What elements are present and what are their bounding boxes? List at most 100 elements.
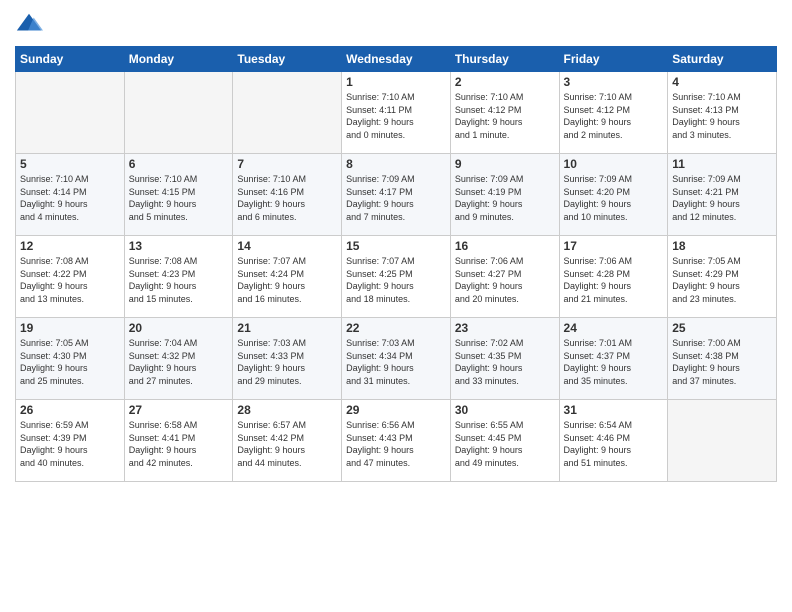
day-number: 30 [455,403,555,417]
weekday-header: Sunday [16,47,125,72]
day-number: 26 [20,403,120,417]
day-info: Sunrise: 7:00 AM Sunset: 4:38 PM Dayligh… [672,337,772,387]
calendar-cell: 4Sunrise: 7:10 AM Sunset: 4:13 PM Daylig… [668,72,777,154]
day-number: 29 [346,403,446,417]
day-info: Sunrise: 7:06 AM Sunset: 4:28 PM Dayligh… [564,255,664,305]
calendar-cell: 12 Sunrise: 7:08 AM Sunset: 4:22 PM Dayli… [16,236,125,318]
day-info: Sunrise: 7:06 AM Sunset: 4:27 PM Dayligh… [455,255,555,305]
calendar-cell: 10Sunrise: 7:09 AM Sunset: 4:20 PM Dayli… [559,154,668,236]
day-number: 6 [129,157,229,171]
day-number: 14 [237,239,337,253]
calendar-cell: 31Sunrise: 6:54 AM Sunset: 4:46 PM Dayli… [559,400,668,482]
day-number: 12 [20,239,120,253]
day-info: Sunrise: 7:08 AM Sunset: 4:22 PM Dayligh… [20,255,120,305]
day-number: 13 [129,239,229,253]
day-number: 5 [20,157,120,171]
calendar-cell: 26 Sunrise: 6:59 AM Sunset: 4:39 PM Dayli… [16,400,125,482]
day-number: 2 [455,75,555,89]
day-number: 31 [564,403,664,417]
calendar-cell: 20 Sunrise: 7:04 AM Sunset: 4:32 PM Dayli… [124,318,233,400]
calendar-cell: 28 Sunrise: 6:57 AM Sunset: 4:42 PM Dayli… [233,400,342,482]
day-info: Sunrise: 7:10 AM Sunset: 4:12 PM Dayligh… [455,91,555,141]
calendar-cell: 2 Sunrise: 7:10 AM Sunset: 4:12 PM Daylig… [450,72,559,154]
calendar-cell: 27Sunrise: 6:58 AM Sunset: 4:41 PM Dayli… [124,400,233,482]
day-number: 15 [346,239,446,253]
calendar-cell: 19Sunrise: 7:05 AM Sunset: 4:30 PM Dayli… [16,318,125,400]
weekday-header: Friday [559,47,668,72]
day-info: Sunrise: 7:01 AM Sunset: 4:37 PM Dayligh… [564,337,664,387]
day-number: 17 [564,239,664,253]
day-info: Sunrise: 6:58 AM Sunset: 4:41 PM Dayligh… [129,419,229,469]
day-info: Sunrise: 7:03 AM Sunset: 4:33 PM Dayligh… [237,337,337,387]
weekday-header: Thursday [450,47,559,72]
day-number: 1 [346,75,446,89]
calendar-week-row: 5 Sunrise: 7:10 AM Sunset: 4:14 PM Daylig… [16,154,777,236]
calendar-cell: 8 Sunrise: 7:09 AM Sunset: 4:17 PM Daylig… [342,154,451,236]
calendar-week-row: 19Sunrise: 7:05 AM Sunset: 4:30 PM Dayli… [16,318,777,400]
day-info: Sunrise: 7:10 AM Sunset: 4:16 PM Dayligh… [237,173,337,223]
calendar-cell: 24Sunrise: 7:01 AM Sunset: 4:37 PM Dayli… [559,318,668,400]
day-info: Sunrise: 7:08 AM Sunset: 4:23 PM Dayligh… [129,255,229,305]
day-number: 9 [455,157,555,171]
calendar-cell: 16 Sunrise: 7:06 AM Sunset: 4:27 PM Dayli… [450,236,559,318]
page: SundayMondayTuesdayWednesdayThursdayFrid… [0,0,792,612]
day-number: 23 [455,321,555,335]
day-number: 4 [672,75,772,89]
calendar-cell: 7Sunrise: 7:10 AM Sunset: 4:16 PM Daylig… [233,154,342,236]
calendar-cell: 23 Sunrise: 7:02 AM Sunset: 4:35 PM Dayli… [450,318,559,400]
calendar-cell: 25 Sunrise: 7:00 AM Sunset: 4:38 PM Dayli… [668,318,777,400]
day-info: Sunrise: 6:57 AM Sunset: 4:42 PM Dayligh… [237,419,337,469]
day-number: 16 [455,239,555,253]
calendar-cell: 22 Sunrise: 7:03 AM Sunset: 4:34 PM Dayli… [342,318,451,400]
day-info: Sunrise: 7:04 AM Sunset: 4:32 PM Dayligh… [129,337,229,387]
header [15,10,777,38]
day-info: Sunrise: 7:10 AM Sunset: 4:14 PM Dayligh… [20,173,120,223]
day-number: 10 [564,157,664,171]
day-number: 22 [346,321,446,335]
calendar-cell: 9 Sunrise: 7:09 AM Sunset: 4:19 PM Daylig… [450,154,559,236]
day-number: 25 [672,321,772,335]
day-info: Sunrise: 7:05 AM Sunset: 4:29 PM Dayligh… [672,255,772,305]
day-number: 8 [346,157,446,171]
calendar-cell: 3 Sunrise: 7:10 AM Sunset: 4:12 PM Daylig… [559,72,668,154]
calendar-cell: 30 Sunrise: 6:55 AM Sunset: 4:45 PM Dayli… [450,400,559,482]
day-info: Sunrise: 6:56 AM Sunset: 4:43 PM Dayligh… [346,419,446,469]
calendar-cell: 13 Sunrise: 7:08 AM Sunset: 4:23 PM Dayli… [124,236,233,318]
calendar-cell: 5 Sunrise: 7:10 AM Sunset: 4:14 PM Daylig… [16,154,125,236]
weekday-header: Monday [124,47,233,72]
calendar-week-row: 1Sunrise: 7:10 AM Sunset: 4:11 PM Daylig… [16,72,777,154]
day-info: Sunrise: 7:07 AM Sunset: 4:24 PM Dayligh… [237,255,337,305]
day-info: Sunrise: 6:59 AM Sunset: 4:39 PM Dayligh… [20,419,120,469]
weekday-header: Saturday [668,47,777,72]
calendar-cell: 18Sunrise: 7:05 AM Sunset: 4:29 PM Dayli… [668,236,777,318]
calendar-cell [124,72,233,154]
calendar-cell: 15 Sunrise: 7:07 AM Sunset: 4:25 PM Dayli… [342,236,451,318]
day-info: Sunrise: 7:05 AM Sunset: 4:30 PM Dayligh… [20,337,120,387]
calendar-header-row: SundayMondayTuesdayWednesdayThursdayFrid… [16,47,777,72]
calendar-table: SundayMondayTuesdayWednesdayThursdayFrid… [15,46,777,482]
calendar-cell [16,72,125,154]
day-info: Sunrise: 7:02 AM Sunset: 4:35 PM Dayligh… [455,337,555,387]
calendar-cell [233,72,342,154]
day-number: 20 [129,321,229,335]
day-info: Sunrise: 7:09 AM Sunset: 4:17 PM Dayligh… [346,173,446,223]
day-info: Sunrise: 7:09 AM Sunset: 4:21 PM Dayligh… [672,173,772,223]
day-info: Sunrise: 6:55 AM Sunset: 4:45 PM Dayligh… [455,419,555,469]
logo-icon [15,10,43,38]
calendar-cell: 6 Sunrise: 7:10 AM Sunset: 4:15 PM Daylig… [124,154,233,236]
calendar-cell: 14 Sunrise: 7:07 AM Sunset: 4:24 PM Dayli… [233,236,342,318]
calendar-cell [668,400,777,482]
day-info: Sunrise: 7:09 AM Sunset: 4:19 PM Dayligh… [455,173,555,223]
day-info: Sunrise: 7:10 AM Sunset: 4:15 PM Dayligh… [129,173,229,223]
day-info: Sunrise: 7:03 AM Sunset: 4:34 PM Dayligh… [346,337,446,387]
day-number: 3 [564,75,664,89]
day-number: 28 [237,403,337,417]
day-info: Sunrise: 7:10 AM Sunset: 4:12 PM Dayligh… [564,91,664,141]
logo [15,10,47,38]
day-info: Sunrise: 7:07 AM Sunset: 4:25 PM Dayligh… [346,255,446,305]
calendar-cell: 11 Sunrise: 7:09 AM Sunset: 4:21 PM Dayli… [668,154,777,236]
calendar-week-row: 12 Sunrise: 7:08 AM Sunset: 4:22 PM Dayli… [16,236,777,318]
day-number: 11 [672,157,772,171]
calendar-cell: 17 Sunrise: 7:06 AM Sunset: 4:28 PM Dayli… [559,236,668,318]
weekday-header: Tuesday [233,47,342,72]
